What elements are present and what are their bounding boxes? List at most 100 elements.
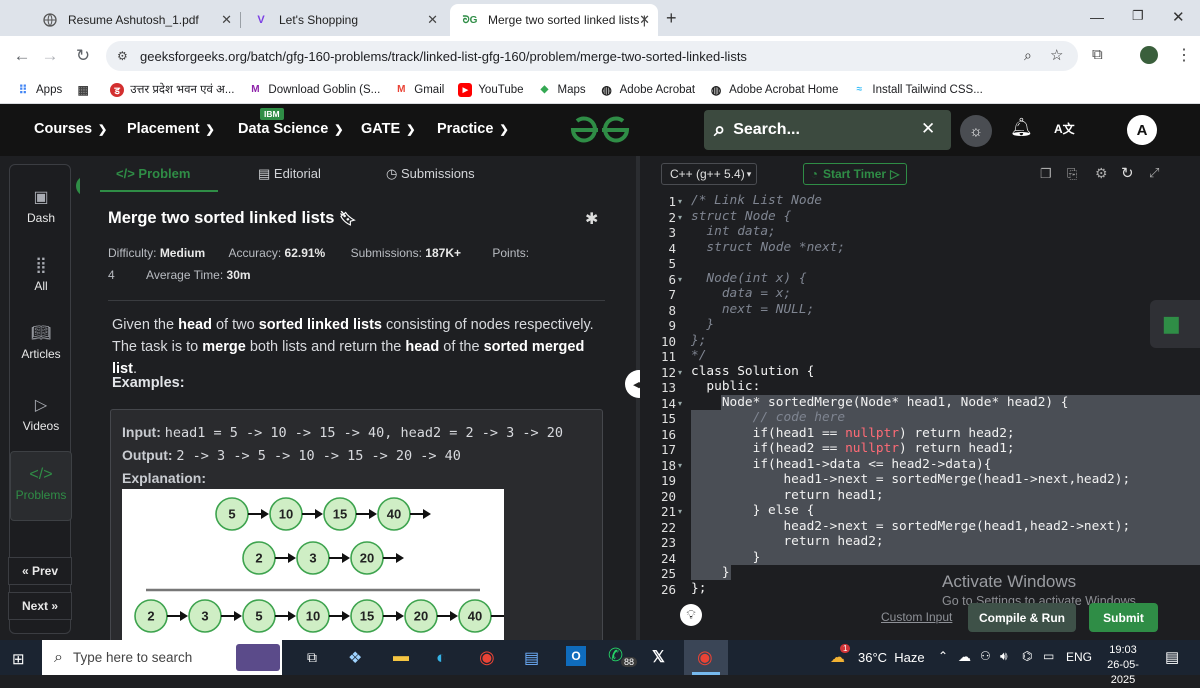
- fold-arrow-icon[interactable]: ▾: [678, 507, 682, 516]
- new-tab-icon[interactable]: +: [666, 8, 677, 29]
- code-line[interactable]: if(head2 == nullptr) return head1;: [691, 441, 1015, 456]
- code-line[interactable]: if(head1 == nullptr) return head2;: [691, 426, 1015, 441]
- browser-menu-icon[interactable]: ⋮: [1176, 45, 1192, 65]
- bookmark-icon[interactable]: 🔖︎: [339, 210, 357, 226]
- code-line[interactable]: int data;: [691, 224, 775, 239]
- notification-bell-icon[interactable]: 🔔︎: [1010, 117, 1033, 138]
- bookmark-youtube[interactable]: ▶ YouTube: [458, 82, 524, 97]
- reload-icon[interactable]: ↻: [71, 44, 95, 68]
- code-line[interactable]: head2->next = sortedMerge(head1,head2->n…: [691, 519, 1130, 534]
- fold-arrow-icon[interactable]: ▾: [678, 197, 682, 206]
- user-avatar[interactable]: A: [1127, 115, 1157, 145]
- code-line[interactable]: /* Link List Node: [691, 193, 822, 208]
- code-line[interactable]: // code here: [691, 410, 845, 425]
- code-line[interactable]: };: [691, 581, 706, 596]
- reset-code-icon[interactable]: ↻: [1121, 164, 1134, 182]
- lightbulb-icon[interactable]: 💡︎: [680, 604, 702, 626]
- site-search-box[interactable]: ⌕ Search... ✕: [704, 110, 951, 150]
- language-select[interactable]: C++ (g++ 5.4) ▾: [661, 163, 757, 185]
- code-line[interactable]: return head2;: [691, 534, 883, 549]
- restore-icon[interactable]: ❐: [1132, 8, 1144, 24]
- code-line[interactable]: head1->next = sortedMerge(head1->next,he…: [691, 472, 1130, 487]
- sidebar-item-articles[interactable]: 📖︎ Articles: [10, 323, 72, 361]
- windows-start-icon[interactable]: ⊞: [12, 650, 25, 668]
- start-timer-button[interactable]: ◔ Start Timer ▷: [803, 163, 907, 185]
- clock[interactable]: 19:03 26-05-2025: [1098, 643, 1148, 688]
- notification-center-icon[interactable]: ▤: [1165, 648, 1179, 666]
- copy-icon[interactable]: ❐: [1040, 166, 1052, 182]
- code-line[interactable]: struct Node {: [691, 209, 791, 224]
- profile-avatar[interactable]: [1140, 46, 1158, 64]
- tray-chevron-up-icon[interactable]: ⌃: [938, 649, 948, 663]
- fold-arrow-icon[interactable]: ▾: [678, 275, 682, 284]
- x-app-icon[interactable]: 𝕏: [652, 647, 665, 667]
- bookmark-adobe-acrobat[interactable]: ◍ Adobe Acrobat: [600, 83, 695, 97]
- tab-submissions[interactable]: ◷ Submissions: [386, 166, 475, 182]
- code-line[interactable]: if(head1->data <= head2->data){: [691, 457, 992, 472]
- tab-resume[interactable]: Resume Ashutosh_1.pdf ✕: [30, 4, 240, 36]
- prev-button[interactable]: « Prev: [8, 557, 72, 585]
- code-line[interactable]: }: [691, 317, 714, 332]
- url-field[interactable]: ⚙ geeksforgeeks.org/batch/gfg-160-proble…: [106, 41, 1078, 71]
- fold-arrow-icon[interactable]: ▾: [678, 213, 682, 222]
- bookmark-tab-groups[interactable]: ▦: [76, 83, 96, 97]
- chrome-active-taskbar[interactable]: ◉: [684, 640, 728, 675]
- file-explorer-icon[interactable]: ▬: [393, 648, 409, 666]
- onedrive-icon[interactable]: ☁: [958, 649, 971, 665]
- extensions-icon[interactable]: ⧉: [1092, 46, 1103, 63]
- bookmark-gmail[interactable]: M Gmail: [394, 83, 444, 97]
- tab-problem[interactable]: </> Problem: [116, 166, 190, 181]
- code-line[interactable]: }: [691, 550, 761, 565]
- task-view-icon[interactable]: ⧉: [307, 649, 317, 666]
- code-line[interactable]: } else {: [691, 503, 815, 518]
- sidebar-item-all[interactable]: ⣿ All: [10, 255, 72, 293]
- close-window-icon[interactable]: ✕: [1172, 8, 1185, 26]
- import-file-icon[interactable]: ⎘: [1067, 166, 1077, 182]
- battery-icon[interactable]: ▭: [1043, 649, 1054, 663]
- code-line[interactable]: return head1;: [691, 488, 883, 503]
- code-line[interactable]: Node* sortedMerge(Node* head1, Node* hea…: [691, 395, 1069, 410]
- back-icon[interactable]: ←: [10, 44, 34, 68]
- sidebar-item-dash[interactable]: ▣ Dash: [10, 187, 72, 225]
- code-line[interactable]: class Solution {: [691, 364, 814, 379]
- settings-gear-icon[interactable]: ⚙: [1095, 165, 1108, 182]
- translate-icon[interactable]: A文: [1054, 120, 1075, 137]
- code-line[interactable]: next = NULL;: [691, 302, 814, 317]
- bookmark-maps[interactable]: ◆ Maps: [538, 83, 586, 97]
- tab-gfg-problem[interactable]: ᘐG Merge two sorted linked lists | F ✕: [450, 4, 658, 36]
- menu-placement[interactable]: Placement ❯: [127, 121, 215, 137]
- bug-report-icon[interactable]: ✱: [585, 209, 598, 229]
- fold-arrow-icon[interactable]: ▾: [678, 399, 682, 408]
- tab-editorial[interactable]: ▤ Editorial: [258, 166, 321, 182]
- store-icon[interactable]: ▤: [524, 648, 539, 668]
- tab-shopping[interactable]: V Let's Shopping ✕: [241, 4, 446, 36]
- code-line[interactable]: */: [691, 348, 706, 363]
- bookmark-star-icon[interactable]: ☆: [1050, 46, 1063, 64]
- menu-gate[interactable]: GATE ❯: [361, 121, 415, 137]
- menu-practice[interactable]: Practice ❯: [437, 121, 509, 137]
- close-tab-icon[interactable]: ✕: [427, 12, 438, 28]
- close-tab-icon[interactable]: ✕: [639, 12, 650, 28]
- code-line[interactable]: data = x;: [691, 286, 791, 301]
- compile-run-button[interactable]: Compile & Run: [968, 603, 1076, 632]
- volume-icon[interactable]: 🔊︎: [1000, 649, 1008, 664]
- outlook-icon[interactable]: O: [566, 646, 586, 666]
- weather-text[interactable]: 36°C Haze: [858, 650, 925, 665]
- bookmark-download-goblin[interactable]: M Download Goblin (S...: [248, 83, 380, 97]
- code-line[interactable]: };: [691, 333, 706, 348]
- code-line[interactable]: Node(int x) {: [691, 271, 806, 286]
- language-indicator[interactable]: ENG: [1066, 650, 1092, 664]
- forward-icon[interactable]: →: [38, 44, 62, 68]
- fold-arrow-icon[interactable]: ▾: [678, 368, 682, 377]
- network-icon[interactable]: ⌬: [1022, 649, 1032, 663]
- site-info-icon[interactable]: ⚙: [117, 49, 128, 63]
- minimize-icon[interactable]: —: [1090, 9, 1104, 25]
- sidebar-item-videos[interactable]: ▷ Videos: [10, 395, 72, 433]
- device-icon[interactable]: ⚇: [980, 649, 991, 663]
- close-tab-icon[interactable]: ✕: [221, 12, 232, 28]
- fold-arrow-icon[interactable]: ▾: [678, 461, 682, 470]
- menu-data-science[interactable]: Data Science ❯: [238, 121, 344, 137]
- submit-button[interactable]: Submit: [1089, 603, 1158, 632]
- next-button[interactable]: Next »: [8, 592, 72, 620]
- zoom-icon[interactable]: ⌕: [1024, 47, 1032, 64]
